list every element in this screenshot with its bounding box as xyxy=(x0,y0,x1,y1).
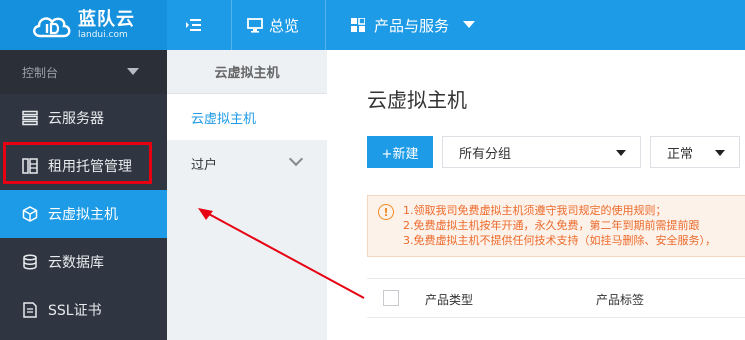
secondary-nav-title: 云虚拟主机 xyxy=(167,50,327,94)
certificate-icon xyxy=(23,302,37,318)
new-button[interactable]: +新建 xyxy=(367,136,433,168)
topbar-divider xyxy=(325,0,326,50)
select-all-checkbox[interactable] xyxy=(383,290,399,306)
subnav-item-virtual-host[interactable]: 云虚拟主机 xyxy=(167,94,327,140)
database-icon xyxy=(23,254,37,270)
notice-line: 1.领取我司免费虚拟主机须遵守我司规定的使用规则； xyxy=(403,204,667,217)
page-title: 云虚拟主机 xyxy=(367,88,467,112)
main-sidebar: 控制台 云服务器 租用托管管理 云虚拟主机 云数据库 SSL证书 xyxy=(0,50,167,340)
notice-line: 2.免费虚拟主机按年开通，永久免费，第二年到期前需提前跟 xyxy=(403,219,700,232)
dropdown-caret-icon xyxy=(715,150,725,156)
sidebar-item-cloud-server[interactable]: 云服务器 xyxy=(0,94,167,142)
subnav-item-label: 云虚拟主机 xyxy=(191,111,257,127)
table-header: 产品类型 产品标签 xyxy=(367,278,745,318)
group-select[interactable]: 所有分组 xyxy=(442,136,641,168)
cube-icon xyxy=(22,206,38,222)
topbar-divider xyxy=(231,0,232,50)
dropdown-caret-icon xyxy=(616,150,626,156)
server-icon xyxy=(22,110,38,126)
collapse-caret-icon xyxy=(127,68,139,75)
column-header-product-type[interactable]: 产品类型 xyxy=(425,291,473,308)
annotation-highlight-box xyxy=(3,142,152,184)
menu-fold-icon xyxy=(186,19,201,31)
brand-name: 蓝队云 xyxy=(78,8,135,30)
subnav-item-transfer[interactable]: 过户 xyxy=(167,140,327,186)
subnav-item-label: 过户 xyxy=(191,157,218,173)
sidebar-item-cloud-database[interactable]: 云数据库 xyxy=(0,238,167,286)
chevron-down-icon xyxy=(288,151,304,167)
sidebar-item-label: SSL证书 xyxy=(48,303,102,319)
secondary-nav: 云虚拟主机 云虚拟主机 过户 xyxy=(167,50,327,340)
sidebar-header[interactable]: 控制台 xyxy=(0,50,167,94)
sidebar-item-label: 云服务器 xyxy=(48,111,104,127)
products-services-label: 产品与服务 xyxy=(374,16,450,35)
warning-icon: ! xyxy=(378,204,394,220)
brand-logo[interactable]: 蓝队云 landui.com xyxy=(0,0,167,50)
status-select-value: 正常 xyxy=(667,146,694,162)
cloud-logo-icon xyxy=(33,17,71,38)
main-content: 云虚拟主机 +新建 所有分组 正常 ! 1.领取我司免费虚拟主机须遵守我司规定的… xyxy=(327,50,745,340)
sidebar-item-ssl-certificate[interactable]: SSL证书 xyxy=(0,286,167,334)
products-services-menu[interactable]: 产品与服务 xyxy=(351,0,476,50)
status-select[interactable]: 正常 xyxy=(650,136,740,168)
caret-down-icon xyxy=(463,21,476,28)
overview-nav[interactable]: 总览 xyxy=(247,0,299,50)
column-header-product-tag[interactable]: 产品标签 xyxy=(596,291,644,308)
notice-box: ! 1.领取我司免费虚拟主机须遵守我司规定的使用规则； 2.免费虚拟主机按年开通… xyxy=(367,195,745,257)
grid-icon xyxy=(351,18,365,32)
brand-domain: landui.com xyxy=(78,29,128,40)
monitor-icon xyxy=(247,17,263,33)
sidebar-item-label: 云数据库 xyxy=(48,255,104,271)
brand-text: 蓝队云 landui.com xyxy=(78,8,135,40)
console-label: 控制台 xyxy=(22,65,59,80)
top-navigation-bar: 蓝队云 landui.com 总览 产品与服务 xyxy=(0,0,745,50)
notice-line: 3.免费虚拟主机不提供任何技术支持（如挂马删除、安全服务）， xyxy=(403,234,716,247)
sidebar-item-label: 云虚拟主机 xyxy=(48,207,118,223)
menu-toggle-button[interactable] xyxy=(186,0,202,50)
overview-label: 总览 xyxy=(269,16,300,35)
group-select-value: 所有分组 xyxy=(459,146,512,162)
sidebar-item-virtual-host[interactable]: 云虚拟主机 xyxy=(0,190,167,238)
notice-text: 1.领取我司免费虚拟主机须遵守我司规定的使用规则； 2.免费虚拟主机按年开通，永… xyxy=(403,203,716,248)
